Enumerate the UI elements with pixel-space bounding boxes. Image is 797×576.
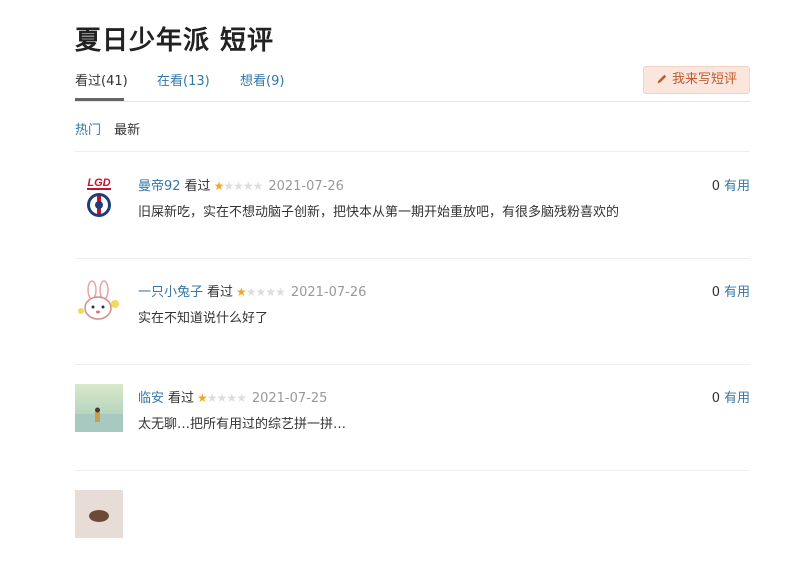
star-icon: ★ <box>236 285 247 299</box>
tab-watched[interactable]: 看过(41) <box>75 70 128 89</box>
review-status: 看过 <box>184 179 211 194</box>
active-tab-indicator <box>75 98 124 101</box>
review-header: 一只小兔子 看过 ★★★★★ 2021-07-26 <box>138 281 366 300</box>
review-header: 曼帝92 看过 ★★★★★ 2021-07-26 <box>138 175 344 194</box>
useful-button[interactable]: 有用 <box>724 285 750 300</box>
review-date: 2021-07-26 <box>268 179 344 194</box>
rating-stars: ★★★★★ <box>236 285 286 299</box>
svg-text:LGD: LGD <box>87 177 110 189</box>
useful-count: 0 <box>711 285 720 300</box>
pencil-icon <box>657 74 667 84</box>
avatar[interactable] <box>75 278 123 326</box>
page-title: 夏日少年派 短评 <box>75 26 275 56</box>
review-text: 旧屎新吃，实在不想动脑子创新，把快本从第一期开始重放吧，有很多脑残粉喜欢的 <box>138 205 620 220</box>
useful-vote: 0 有用 <box>712 175 750 194</box>
sort-new-link[interactable]: 最新 <box>114 123 140 138</box>
review-status: 看过 <box>168 391 195 406</box>
review-text: 实在不知道说什么好了 <box>138 311 269 326</box>
avatar[interactable]: LGD <box>75 172 123 220</box>
star-icon: ★★★★ <box>206 391 247 405</box>
avatar[interactable] <box>75 384 123 432</box>
review-text: 太无聊…把所有用过的综艺拼一拼… <box>138 417 347 432</box>
review-username[interactable]: 临安 <box>138 391 164 406</box>
review-item <box>75 470 750 576</box>
review-username[interactable]: 曼帝92 <box>138 179 181 194</box>
review-item: LGD 曼帝92 看过 ★★★★★ 2021-07-26 0 有用 旧屎新吃，实在不想动… <box>75 152 750 259</box>
useful-count: 0 <box>711 179 720 194</box>
star-icon: ★★★★ <box>245 285 286 299</box>
write-review-label: 我来写短评 <box>671 72 737 87</box>
review-username[interactable]: 一只小兔子 <box>138 285 203 300</box>
review-status: 看过 <box>207 285 234 300</box>
avatar[interactable] <box>75 490 123 538</box>
write-review-button[interactable]: 我来写短评 <box>642 66 750 94</box>
useful-button[interactable]: 有用 <box>724 179 750 194</box>
review-date: 2021-07-26 <box>290 285 367 300</box>
star-icon: ★ <box>213 179 225 193</box>
useful-count: 0 <box>711 391 720 406</box>
review-item: 临安 看过 ★★★★★ 2021-07-25 0 有用 太无聊…把所有用过的综艺拼一拼… <box>75 364 750 471</box>
sort-options: 热门 最新 <box>75 119 149 138</box>
star-icon: ★★★★ <box>223 179 263 193</box>
star-icon: ★ <box>197 391 208 405</box>
rating-stars: ★★★★★ <box>197 391 247 405</box>
useful-vote: 0 有用 <box>712 281 750 300</box>
tab-watching[interactable]: 在看(13) <box>157 70 210 89</box>
rating-stars: ★★★★★ <box>213 179 264 193</box>
tab-want-to-watch[interactable]: 想看(9) <box>240 70 284 89</box>
review-date: 2021-07-25 <box>251 391 328 406</box>
review-header: 临安 看过 ★★★★★ 2021-07-25 <box>138 387 327 406</box>
useful-button[interactable]: 有用 <box>724 391 750 406</box>
review-item: 一只小兔子 看过 ★★★★★ 2021-07-26 0 有用 实在不知道说什么好了 <box>75 258 750 365</box>
useful-vote: 0 有用 <box>712 387 750 406</box>
sort-hot-link[interactable]: 热门 <box>75 123 101 138</box>
